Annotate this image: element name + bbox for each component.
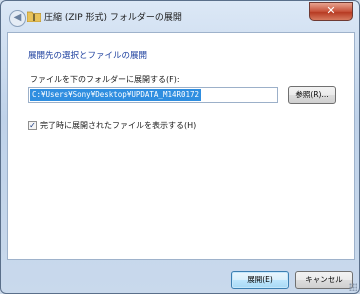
title-bar[interactable]: ◀ 圧縮 (ZIP 形式) フォルダーの展開 ✕: [1, 1, 359, 31]
back-arrow-icon[interactable]: ◀: [9, 10, 26, 27]
window-title: 圧縮 (ZIP 形式) フォルダーの展開: [44, 13, 182, 23]
destination-label: ファイルを下のフォルダーに展開する(F):: [30, 75, 180, 84]
browse-button[interactable]: 参照(R)...: [288, 86, 336, 104]
extract-button[interactable]: 展開(E): [231, 271, 289, 289]
page-heading: 展開先の選択とファイルの展開: [28, 51, 148, 61]
destination-path-text: C:¥Users¥Sony¥Desktop¥UPDATA_M14R0172: [30, 89, 202, 101]
content-panel: 展開先の選択とファイルの展開 ファイルを下のフォルダーに展開する(F): C:¥…: [7, 32, 355, 260]
show-files-label[interactable]: 完了時に展開されたファイルを表示する(H): [40, 120, 196, 131]
destination-path-input[interactable]: C:¥Users¥Sony¥Desktop¥UPDATA_M14R0172: [28, 87, 278, 103]
show-files-checkbox[interactable]: ✓: [28, 121, 37, 130]
zip-folder-icon: [27, 11, 41, 22]
dialog-window: ◀ 圧縮 (ZIP 形式) フォルダーの展開 ✕ 展開先の選択とファイルの展開 …: [0, 0, 360, 294]
resize-grip-icon[interactable]: [349, 283, 357, 291]
close-button[interactable]: ✕: [309, 2, 353, 21]
cancel-button[interactable]: キャンセル: [295, 271, 353, 289]
